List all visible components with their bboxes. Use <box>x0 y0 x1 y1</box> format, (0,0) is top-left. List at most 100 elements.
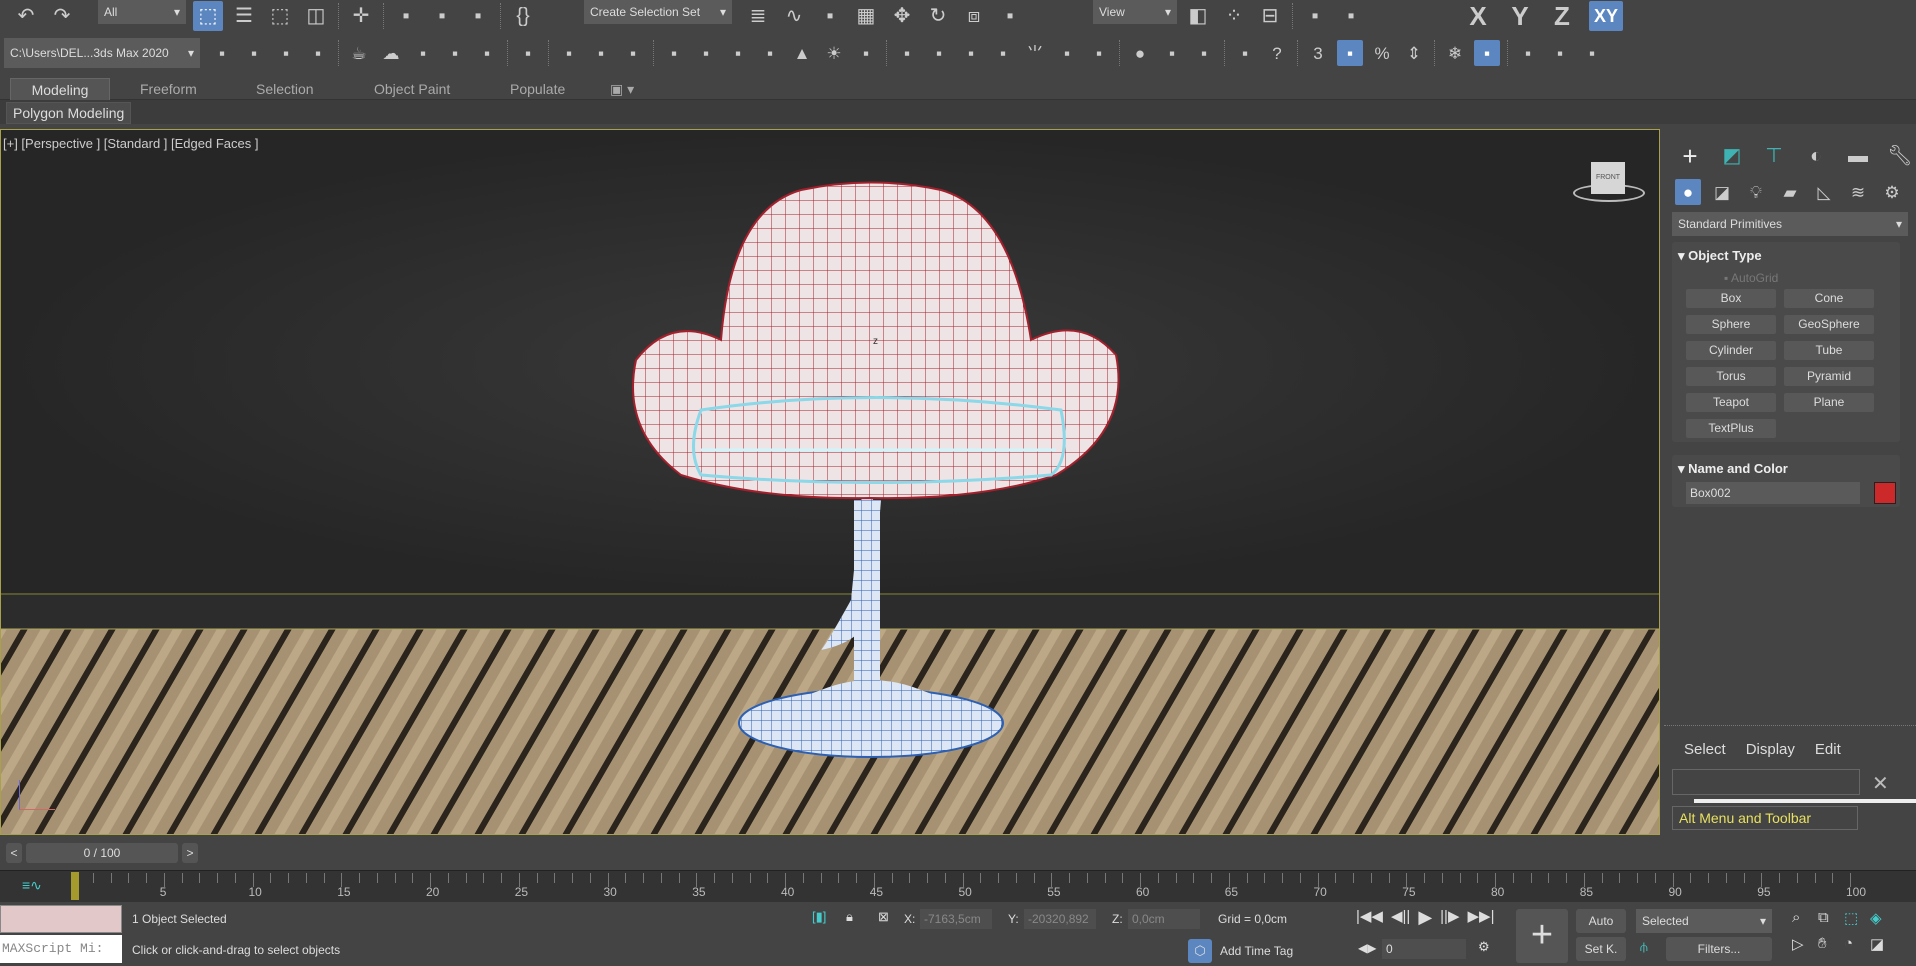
edit-named-sets-icon[interactable]: {} <box>508 1 538 31</box>
set-key-big-button[interactable]: + <box>1516 909 1568 963</box>
light-list-icon[interactable]: ▪ <box>515 40 541 66</box>
create-box-button[interactable]: Box <box>1686 289 1776 308</box>
helpers-icon[interactable]: ◺ <box>1811 179 1837 205</box>
viewport-label[interactable]: [+] [Perspective ] [Standard ] [Edged Fa… <box>3 136 258 151</box>
project-tree-icon[interactable]: ▪ <box>273 40 299 66</box>
create-cone-button[interactable]: Cone <box>1784 289 1874 308</box>
move-icon[interactable]: ✥ <box>887 1 917 31</box>
sphere-icon[interactable]: ● <box>1127 40 1153 66</box>
explorer-menu-select[interactable]: Select <box>1684 741 1726 758</box>
curve-editor-mini-icon[interactable]: ≡∿ <box>22 877 42 894</box>
z-coordinate-field[interactable]: 0,0cm <box>1128 909 1200 929</box>
create-cylinder-button[interactable]: Cylinder <box>1686 341 1776 360</box>
material-sphere-icon[interactable]: ▪ <box>725 40 751 66</box>
lights-icon[interactable]: 💡︎ <box>1743 179 1769 205</box>
zoom-icon[interactable]: ⌕ <box>1792 909 1818 927</box>
teapot-material-icon[interactable]: ▪ <box>757 40 783 66</box>
x-coordinate-field[interactable]: -7163,5cm <box>920 909 992 929</box>
project-path-dropdown[interactable]: C:\Users\DEL...3ds Max 2020 ▾ <box>4 38 200 68</box>
key-tangent-icon[interactable]: ⫛ <box>1640 939 1648 955</box>
motion-tab-icon[interactable]: ◐ <box>1801 141 1831 171</box>
pan-icon[interactable]: ✋︎ <box>1818 935 1844 953</box>
primitive-category-dropdown[interactable]: Standard Primitives ▾ <box>1672 212 1908 236</box>
render-setup-icon[interactable]: ▪ <box>391 1 421 31</box>
cone-icon[interactable]: ▲ <box>789 40 815 66</box>
particles-icon[interactable]: ▪ <box>894 40 920 66</box>
zoom-all-icon[interactable]: ⧉ <box>1818 909 1844 927</box>
create-textplus-button[interactable]: TextPlus <box>1686 419 1776 438</box>
time-config-icon[interactable]: ⚙︎ <box>1478 939 1490 955</box>
cameras-icon[interactable]: ▰ <box>1777 179 1803 205</box>
render-cloud-icon[interactable]: ▪ <box>463 1 493 31</box>
project-settings-icon[interactable]: ▪ <box>209 40 235 66</box>
cloud-icon[interactable]: ☁︎ <box>378 40 404 66</box>
current-frame-marker[interactable] <box>71 872 79 900</box>
axis-constraint-icon[interactable]: ▪ <box>1547 40 1573 66</box>
named-selection-set-dropdown[interactable]: Create Selection Set ▾ <box>584 0 732 24</box>
track-bar[interactable]: ≡∿ 0510152025303540455055606570758085909… <box>0 870 1916 902</box>
scale-icon[interactable]: ⧈ <box>959 1 989 31</box>
redo-icon[interactable]: ↷ <box>47 1 77 31</box>
maxscript-mini-listener[interactable]: MAXScript Mi: <box>0 935 122 963</box>
create-teapot-button[interactable]: Teapot <box>1686 393 1776 412</box>
render-panel-icon[interactable]: ▪ <box>474 40 500 66</box>
obj-color-icon[interactable]: ▪ <box>1191 40 1217 66</box>
curve-editor-icon[interactable]: ∿ <box>779 1 809 31</box>
material-editor-icon[interactable]: ▦ <box>851 1 881 31</box>
help-icon[interactable]: ? <box>1264 40 1290 66</box>
zoom-extents-all-icon[interactable]: ◈ <box>1870 909 1896 927</box>
explorer-menu-display[interactable]: Display <box>1746 741 1795 758</box>
key-filters-button[interactable]: Filters... <box>1666 937 1772 961</box>
autogrid-checkbox[interactable]: ▪ AutoGrid <box>1724 271 1778 285</box>
current-frame-spinner[interactable]: 0 <box>1382 939 1466 959</box>
zoom-extents-icon[interactable]: ⬚ <box>1844 909 1870 927</box>
object-type-title[interactable]: ▾ Object Type <box>1678 248 1762 264</box>
rect-selection-icon[interactable]: ⬚ <box>265 1 295 31</box>
shapes-icon[interactable]: ◪ <box>1709 179 1735 205</box>
angle-snap-icon[interactable]: ▪ <box>1337 40 1363 66</box>
time-tag-icon[interactable]: ⬡ <box>1188 939 1212 963</box>
render-frame-icon[interactable]: ▪ <box>410 40 436 66</box>
select-move-icon[interactable]: ✛ <box>346 1 376 31</box>
xy-constraint-icon[interactable]: ▪ <box>1474 40 1500 66</box>
render-cam-icon[interactable]: ▪ <box>620 40 646 66</box>
set-key-button[interactable]: Set K. <box>1576 937 1626 961</box>
window-crossing-icon[interactable]: ◫ <box>301 1 331 31</box>
snap-3d-icon[interactable]: 3 <box>1305 40 1331 66</box>
absolute-mode-icon[interactable]: ⊠ <box>878 909 889 925</box>
tab-populate[interactable]: Populate <box>500 78 575 100</box>
viewcube[interactable]: FRONT <box>1569 158 1649 208</box>
create-tube-button[interactable]: Tube <box>1784 341 1874 360</box>
ox-hair-icon[interactable]: ▪ <box>1086 40 1112 66</box>
fov-icon[interactable]: ▷ <box>1792 935 1818 953</box>
axis-x-button[interactable]: X <box>1463 1 1493 31</box>
auto-key-button[interactable]: Auto <box>1576 909 1626 933</box>
modify-tab-icon[interactable]: ◩ <box>1717 141 1747 171</box>
reference-coordinate-dropdown[interactable]: View ▾ <box>1093 0 1177 24</box>
display-tab-icon[interactable]: ▬ <box>1843 141 1873 171</box>
schematic-icon[interactable]: ▪ <box>815 1 845 31</box>
clear-search-icon[interactable]: ✕ <box>1872 771 1889 796</box>
create-tab-icon[interactable]: + <box>1675 141 1705 171</box>
align-icon[interactable]: ⊟ <box>1255 1 1285 31</box>
doc-icon[interactable]: ▪ <box>1232 40 1258 66</box>
play-icon[interactable]: ▶ <box>1418 907 1432 928</box>
freeze-icon[interactable]: ❄︎ <box>1442 40 1468 66</box>
orbit-icon[interactable]: ◔ <box>1844 935 1870 953</box>
extra-icon[interactable]: ▪ <box>1579 40 1605 66</box>
camera-icon[interactable]: ▪ <box>556 40 582 66</box>
isolate-selection-icon[interactable]: [▮] <box>812 909 826 925</box>
tab-freeform[interactable]: Freeform <box>130 78 207 100</box>
place-highlight-icon[interactable]: ▪ <box>1336 1 1366 31</box>
go-to-start-icon[interactable]: |◀◀ <box>1356 907 1383 928</box>
tab-modeling[interactable]: Modeling <box>10 78 110 100</box>
object-name-input[interactable]: Box002 <box>1686 482 1860 504</box>
spinner-snap-icon[interactable]: ⇕ <box>1401 40 1427 66</box>
hierarchy-tab-icon[interactable]: ⊤ <box>1759 141 1789 171</box>
prev-frame-button[interactable]: < <box>6 843 22 863</box>
create-torus-button[interactable]: Torus <box>1686 367 1776 386</box>
space-warps-icon[interactable]: ≋ <box>1845 179 1871 205</box>
teapot-icon[interactable]: ☕︎ <box>346 40 372 66</box>
geosphere-icon[interactable]: ▪ <box>990 40 1016 66</box>
maximize-viewport-icon[interactable]: ◪ <box>1870 935 1896 953</box>
